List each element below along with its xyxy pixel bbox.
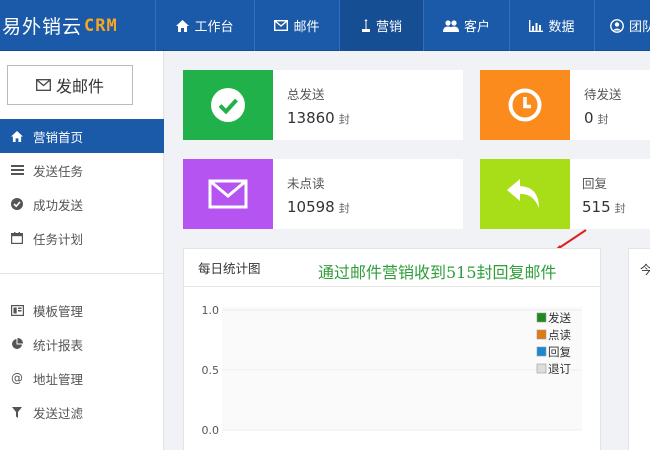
stat-unit: 封 <box>338 202 350 215</box>
bar-chart-icon <box>529 19 544 32</box>
nav-mail[interactable]: 邮件 <box>254 0 339 51</box>
icon-block <box>480 70 570 140</box>
legend-label[interactable]: 发送 <box>548 311 571 325</box>
home-icon <box>176 19 190 32</box>
user-circle-icon <box>610 18 624 33</box>
icon-block <box>183 70 273 140</box>
sidebar-item-label: 发送过滤 <box>33 405 84 421</box>
sidebar-item-marketing-home[interactable]: 营销首页 <box>0 119 164 153</box>
y-tick-label: 1.0 <box>202 304 220 317</box>
nav-workbench[interactable]: 工作台 <box>155 0 254 51</box>
main-nav: 工作台 邮件 营销 客户 数据 团队 <box>155 0 650 51</box>
sidebar-item-sent-success[interactable]: 成功发送 <box>0 187 164 221</box>
stat-value: 10598 <box>287 198 335 216</box>
second-panel-title: 今 <box>640 263 650 277</box>
sidebar: 发邮件 营销首页 发送任务 成功发送 任务计划 模板管理 统计报表 @ 地址管理… <box>0 51 164 450</box>
sidebar-item-send-filter[interactable]: 发送过滤 <box>0 395 164 429</box>
legend-swatch <box>536 363 547 374</box>
stat-value: 0 <box>584 109 594 127</box>
legend-swatch <box>536 329 547 340</box>
list-icon <box>9 163 25 177</box>
second-panel: 今 <box>628 248 650 450</box>
sidebar-item-task-plan[interactable]: 任务计划 <box>0 221 164 255</box>
stat-card-pending[interactable]: 待发送 0封 <box>480 70 650 140</box>
check-circle-icon <box>211 88 245 122</box>
stat-info: 待发送 0封 <box>570 70 622 140</box>
nav-label: 营销 <box>375 20 402 35</box>
marketing-icon <box>361 19 370 32</box>
compose-label: 发邮件 <box>55 77 104 96</box>
compose-mail-button[interactable]: 发邮件 <box>7 65 133 105</box>
icon-block <box>480 159 570 229</box>
mail-icon <box>36 79 51 91</box>
nav-label: 工作台 <box>194 20 234 35</box>
brand-logo[interactable]: 易外销云 CRM <box>0 0 155 51</box>
stat-label: 回复 <box>582 176 608 191</box>
calendar-icon <box>9 231 25 245</box>
sidebar-item-label: 任务计划 <box>33 231 84 247</box>
nav-label: 邮件 <box>293 20 320 35</box>
stat-label: 未点读 <box>287 176 325 191</box>
legend-swatch <box>536 346 547 357</box>
stat-card-reply[interactable]: 回复 515 封 <box>480 159 650 229</box>
stat-unit: 封 <box>338 113 350 126</box>
template-icon <box>9 303 25 317</box>
legend-swatch <box>536 312 547 323</box>
sidebar-item-label: 营销首页 <box>33 129 84 145</box>
sidebar-item-label: 发送任务 <box>33 163 84 179</box>
sidebar-item-send-tasks[interactable]: 发送任务 <box>0 153 164 187</box>
stat-info: 总发送 13860 封 <box>273 70 350 140</box>
clock-icon <box>508 88 542 122</box>
stat-card-total-sent[interactable]: 总发送 13860 封 <box>183 70 463 140</box>
plot-area <box>222 307 582 430</box>
nav-label: 团队 <box>629 20 650 35</box>
icon-block <box>183 159 273 229</box>
stat-label: 待发送 <box>584 87 622 102</box>
daily-stats-chart: 1.0 0.5 0.0 发送点读回复退订 <box>202 304 582 437</box>
sidebar-item-label: 统计报表 <box>33 337 84 353</box>
pie-chart-icon <box>9 337 25 351</box>
stat-label: 总发送 <box>287 87 325 102</box>
nav-label: 客户 <box>463 20 490 35</box>
sidebar-item-addresses[interactable]: @ 地址管理 <box>0 361 164 395</box>
sidebar-divider <box>0 273 164 274</box>
stat-unit: 封 <box>597 113 609 126</box>
nav-data[interactable]: 数据 <box>509 0 594 51</box>
home-icon <box>9 129 25 143</box>
brand-suffix: CRM <box>84 15 118 36</box>
filter-icon <box>9 405 25 419</box>
sidebar-item-label: 地址管理 <box>33 371 84 387</box>
legend-label[interactable]: 点读 <box>548 328 571 342</box>
envelope-icon <box>208 179 248 209</box>
sidebar-item-label: 成功发送 <box>33 197 84 213</box>
annotation-text: 通过邮件营销收到515封回复邮件 <box>318 263 557 282</box>
stat-card-unread[interactable]: 未点读 10598 封 <box>183 159 463 229</box>
y-tick-label: 0.0 <box>202 424 220 437</box>
sidebar-item-label: 模板管理 <box>33 303 84 319</box>
check-circle-icon <box>9 197 25 211</box>
mail-icon <box>274 20 289 31</box>
users-icon <box>442 19 459 32</box>
nav-team[interactable]: 团队 <box>594 0 650 51</box>
nav-marketing[interactable]: 营销 <box>339 0 423 51</box>
y-tick-label: 0.5 <box>202 364 220 377</box>
nav-label: 数据 <box>548 20 575 35</box>
nav-customers[interactable]: 客户 <box>423 0 509 51</box>
stat-unit: 封 <box>614 202 626 215</box>
legend-label[interactable]: 回复 <box>548 345 571 359</box>
legend-label[interactable]: 退订 <box>548 362 571 376</box>
sidebar-item-reports[interactable]: 统计报表 <box>0 327 164 361</box>
sidebar-item-templates[interactable]: 模板管理 <box>0 293 164 327</box>
top-nav-bar: 易外销云 CRM 工作台 邮件 营销 客户 数据 团队 <box>0 0 650 51</box>
stat-value: 13860 <box>287 109 335 127</box>
stat-info: 未点读 10598 封 <box>273 159 350 229</box>
brand-name: 易外销云 <box>2 16 83 38</box>
at-icon: @ <box>11 371 23 385</box>
stat-value: 515 <box>582 198 611 216</box>
reply-arrow-icon <box>507 179 539 208</box>
stat-info: 回复 515 封 <box>570 159 626 229</box>
